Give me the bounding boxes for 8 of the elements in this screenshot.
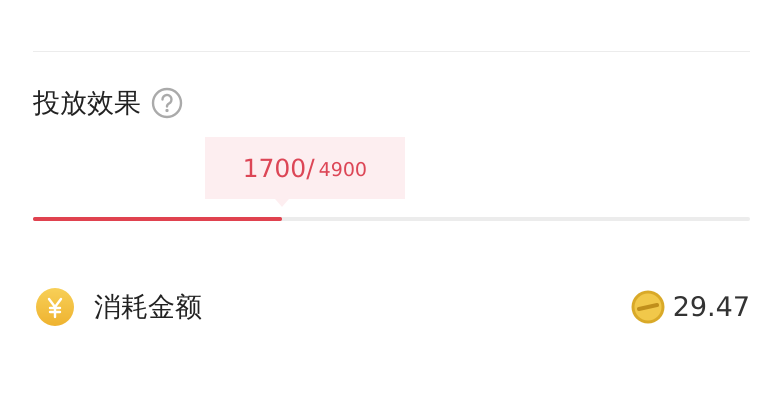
cost-label: 消耗金额 xyxy=(94,291,202,325)
progress-current: 1700/ xyxy=(242,154,315,182)
section-title: 投放效果 xyxy=(33,87,141,121)
cost-value: 29.47 xyxy=(672,292,750,322)
progress-total: 4900 xyxy=(318,158,367,181)
coin-icon xyxy=(630,290,665,324)
help-icon[interactable] xyxy=(151,87,183,119)
yen-icon xyxy=(36,288,74,326)
